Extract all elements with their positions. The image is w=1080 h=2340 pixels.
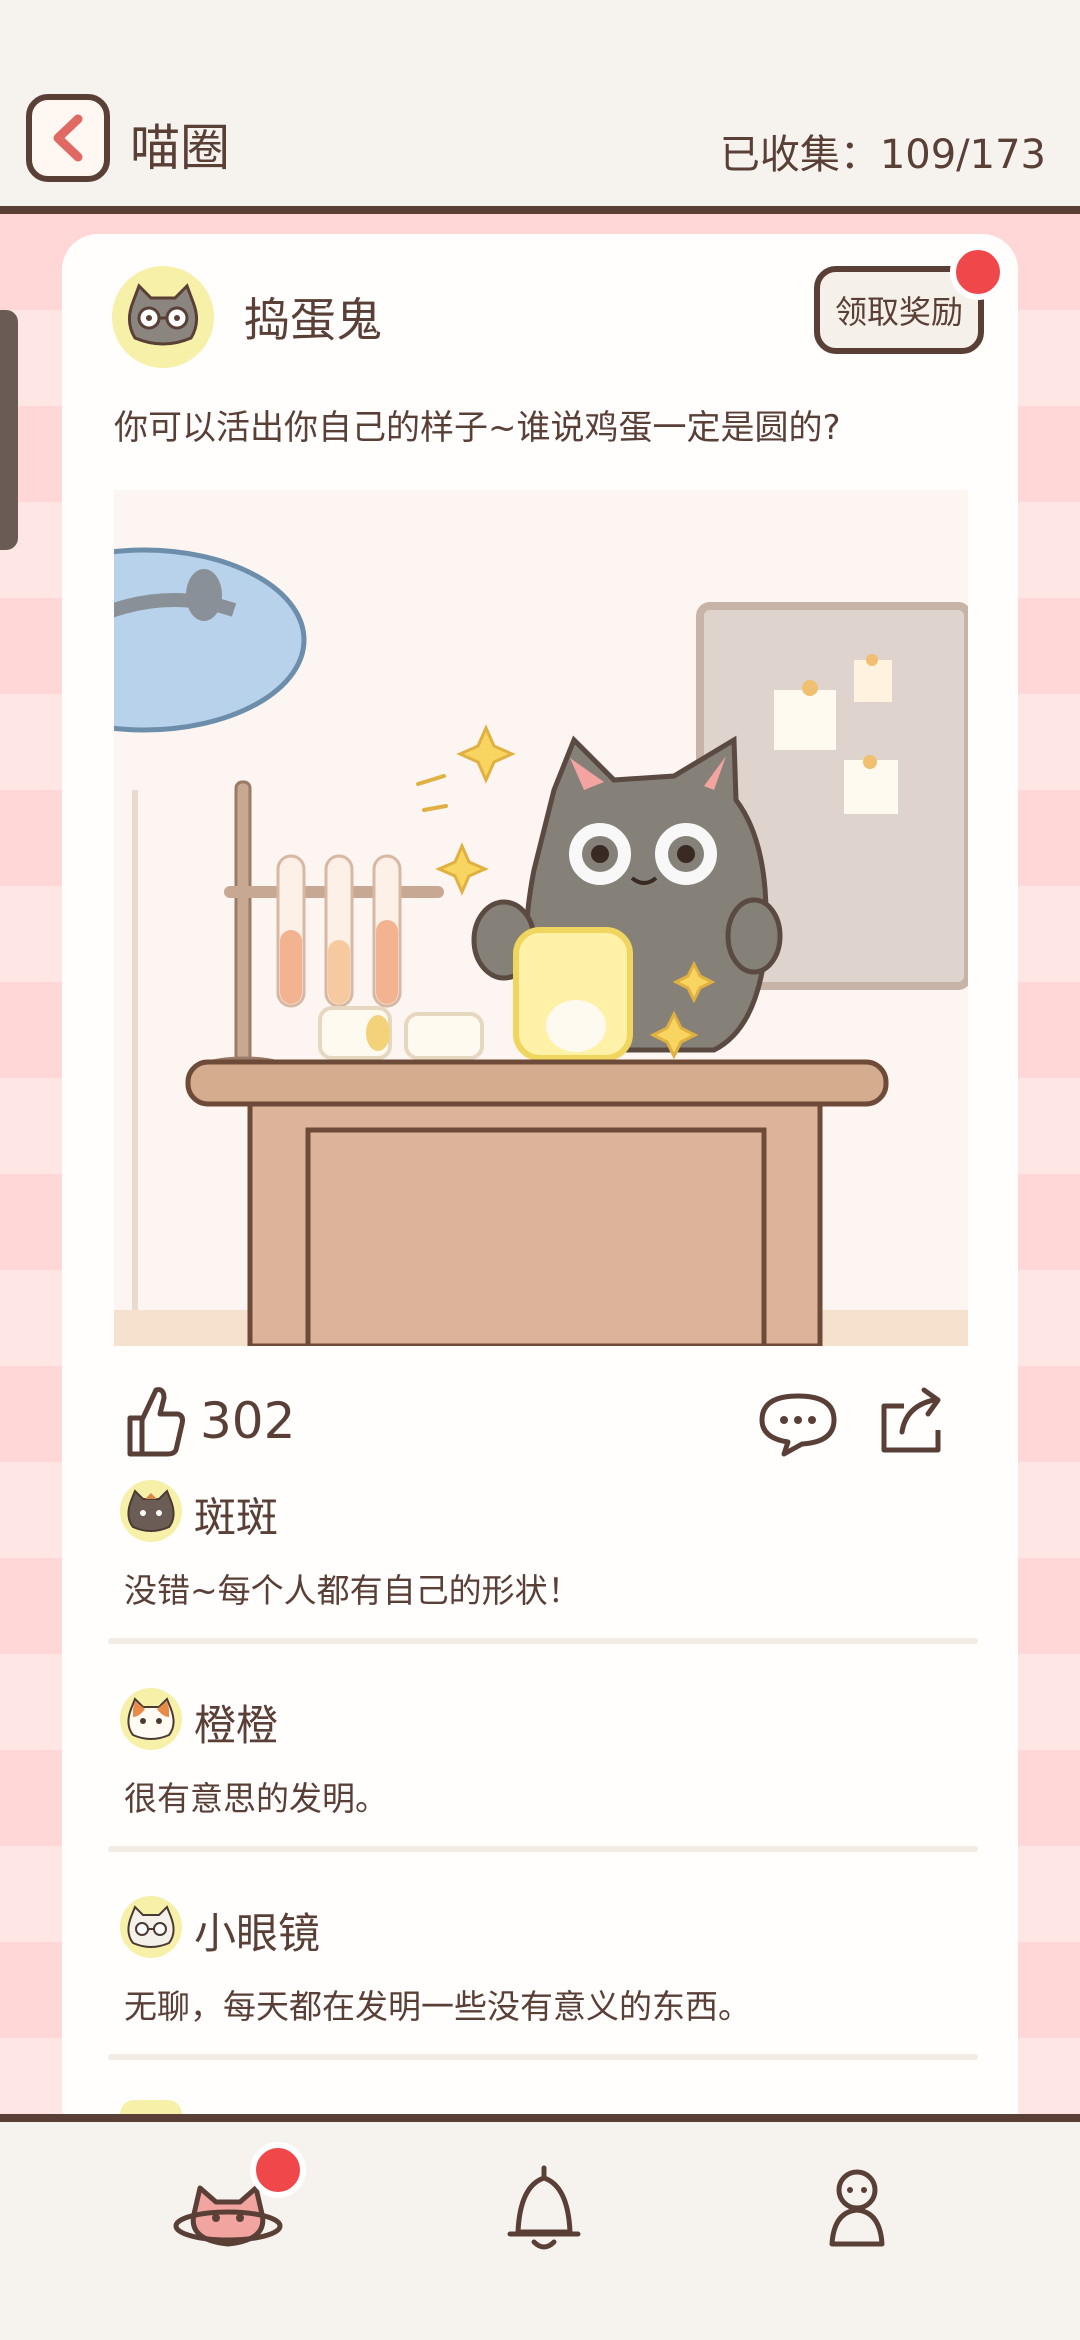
collected-count: 109/173 [879,132,1046,178]
home-notification-dot [250,2142,306,2198]
header-bar: 喵圈 已收集：109/173 [0,0,1080,214]
cat-inventor-illustration [114,490,968,1346]
reward-notification-dot [950,244,1006,300]
post-card: 捣蛋鬼 领取奖励 你可以活出你自己的样子~谁说鸡蛋一定是圆的? 302 斑斑 没… [62,234,1018,2114]
comment-text: 无聊，每天都在发明一些没有意义的东西。 [124,1987,751,2026]
author-avatar[interactable] [112,266,214,368]
chevron-left-icon [53,114,83,162]
commenter-avatar[interactable] [120,1688,182,1750]
post-illustration[interactable] [114,490,968,1346]
collected-label: 已收集： [719,132,880,178]
speech-bubble-icon[interactable] [758,1392,838,1458]
gray-cat-glasses-icon [128,283,198,346]
post-text: 你可以活出你自己的样子~谁说鸡蛋一定是圆的? [114,408,841,448]
commenter-name[interactable]: 斑斑 [194,1484,278,1545]
commenter-avatar[interactable] [120,1480,182,1542]
dark-cat-icon [127,1489,175,1532]
commenter-name[interactable]: 橙橙 [194,1692,278,1753]
author-name[interactable]: 捣蛋鬼 [244,284,382,350]
person-icon [829,2169,885,2247]
nav-notifications[interactable] [504,2162,584,2258]
bottom-navigation [0,2114,1080,2340]
share-icon[interactable] [876,1386,948,1456]
like-count: 302 [200,1392,296,1450]
collected-counter: 已收集：109/173 [720,122,1046,180]
comment-divider [108,1638,978,1644]
orange-cat-icon [127,1697,175,1740]
nav-profile[interactable] [822,2166,892,2254]
comment-text: 没错~每个人都有自己的形状！ [124,1571,581,1610]
comment-divider [108,1846,978,1852]
commenter-name[interactable]: 小眼镜 [194,1900,320,1961]
back-button[interactable] [26,94,110,182]
bell-icon [507,2165,581,2250]
comment-text: 很有意思的发明。 [124,1779,388,1818]
thumbs-up-icon[interactable] [122,1384,186,1458]
next-commenter-avatar-partial [120,2100,182,2114]
post-actions: 302 [114,1374,968,1474]
page-title: 喵圈 [130,119,230,177]
side-drawer-handle[interactable] [0,310,18,550]
white-cat-glasses-icon [127,1905,175,1948]
commenter-avatar[interactable] [120,1896,182,1958]
comment-divider [108,2054,978,2060]
